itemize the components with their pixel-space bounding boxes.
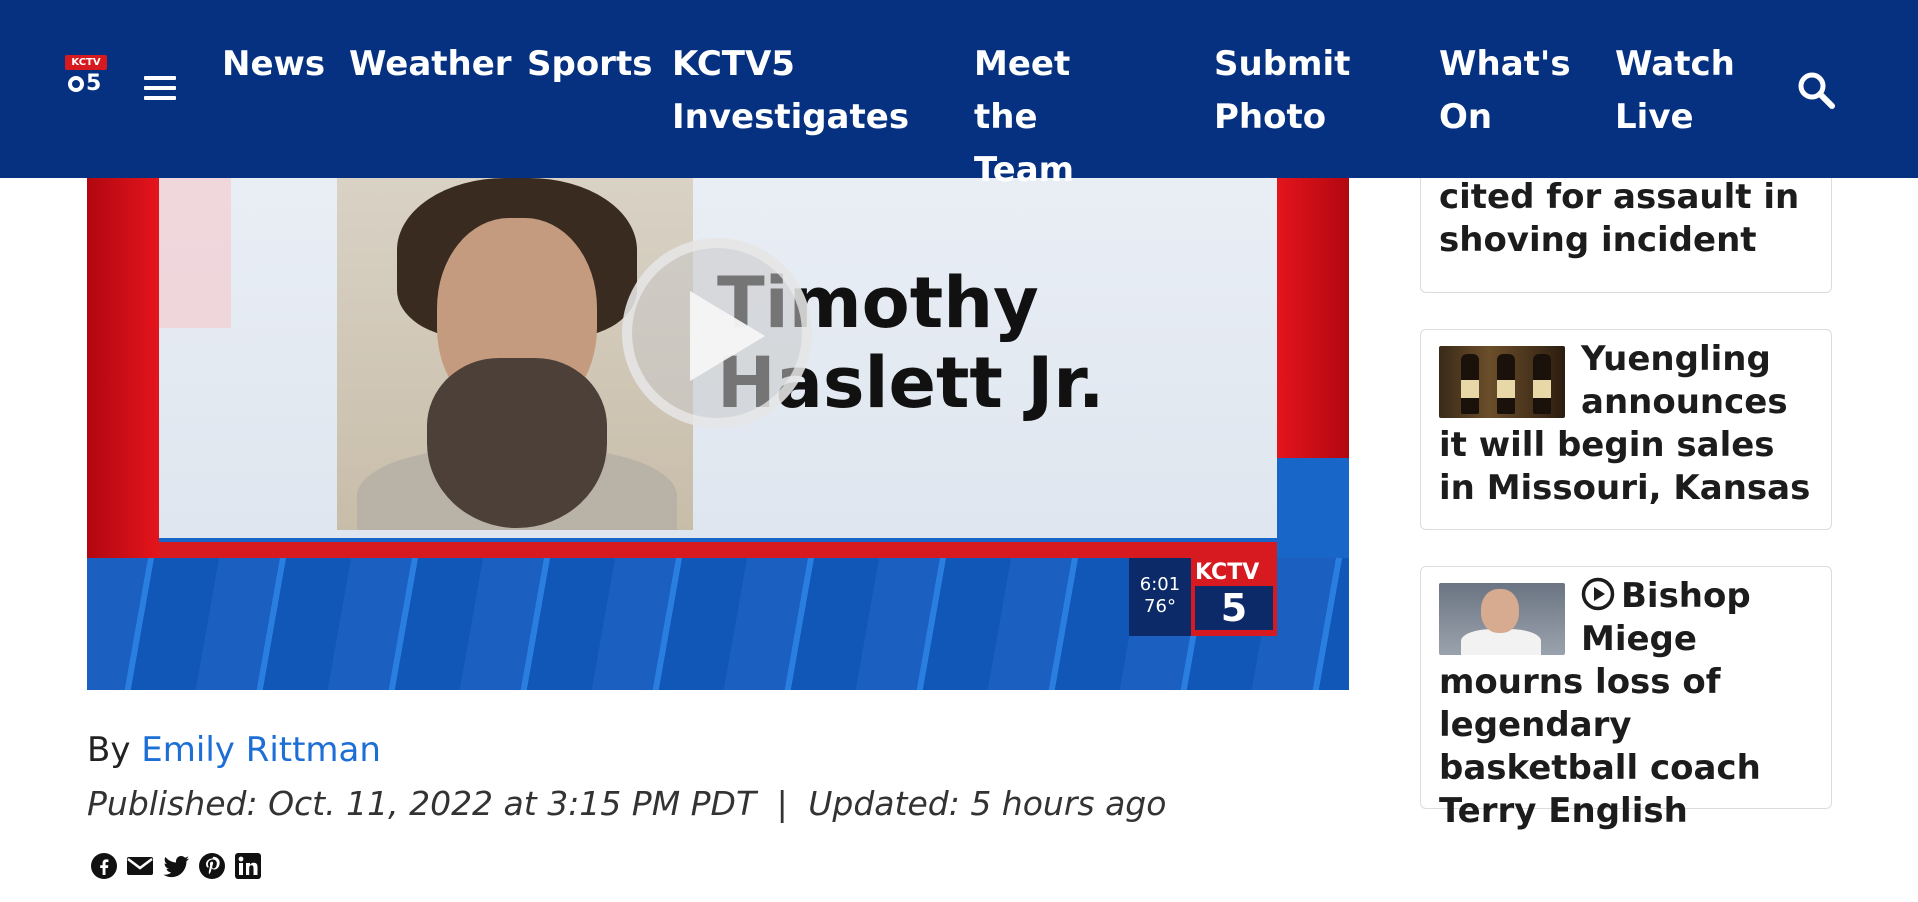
published-date: Published: Oct. 11, 2022 at 3:15 PM PDT (87, 784, 757, 823)
nav-whats-on[interactable]: What's On (1439, 38, 1571, 144)
logo-tag: KCTV (65, 55, 107, 70)
kctv5-logo[interactable]: KCTV 5 (65, 55, 107, 96)
byline-prefix: By (87, 730, 131, 770)
video-bg-right (1277, 178, 1349, 458)
video-play-icon (1581, 577, 1615, 611)
sidebar-card-thumbnail[interactable] (1439, 583, 1565, 655)
site-header: KCTV 5 News Weather Sports KCTV5 Investi… (0, 0, 1918, 190)
nav-watch-live[interactable]: Watch Live (1615, 38, 1745, 144)
search-icon[interactable] (1796, 70, 1836, 110)
bug-temp: 76° (1144, 596, 1176, 617)
updated-date: Updated: 5 hours ago (808, 784, 1167, 823)
play-button[interactable] (622, 238, 812, 428)
date-separator: | (776, 784, 788, 823)
email-icon[interactable] (126, 852, 154, 880)
station-bug: 6:01 76° KCTV 5 (1129, 558, 1277, 636)
publish-info: Published: Oct. 11, 2022 at 3:15 PM PDT … (87, 784, 1166, 823)
bug-time: 6:01 (1139, 574, 1181, 595)
pinterest-icon[interactable] (198, 852, 226, 880)
sidebar-card-2[interactable]: Yuengling announces it will begin sales … (1420, 329, 1832, 530)
linkedin-icon[interactable] (234, 852, 262, 880)
logo-five: 5 (86, 71, 102, 96)
bug-kctv: KCTV (1195, 560, 1260, 585)
nav-kctv5-investigates[interactable]: KCTV5 Investigates (672, 38, 909, 144)
nav-sports[interactable]: Sports (527, 38, 652, 91)
facebook-icon[interactable] (90, 852, 118, 880)
video-redbar (159, 542, 1277, 558)
video-stage-accent (159, 178, 231, 328)
logo-number: 5 (67, 72, 107, 96)
bug-five: 5 (1195, 586, 1273, 630)
nav-news[interactable]: News (222, 38, 325, 91)
twitter-icon[interactable] (162, 852, 190, 880)
nav-submit-photo[interactable]: Submit Photo (1214, 38, 1354, 144)
nav-weather[interactable]: Weather (349, 38, 512, 91)
hamburger-menu-icon[interactable] (144, 76, 176, 104)
video-player[interactable]: Timothy Haslett Jr. 6:01 76° KCTV 5 (87, 178, 1349, 690)
play-icon (690, 291, 765, 381)
sidebar-card-thumbnail[interactable] (1439, 346, 1565, 418)
cbs-eye-icon (68, 76, 84, 92)
byline: By Emily Rittman (87, 730, 381, 770)
bug-brand: KCTV 5 (1191, 558, 1277, 636)
author-link[interactable]: Emily Rittman (141, 730, 381, 770)
bug-time-temp: 6:01 76° (1129, 558, 1191, 636)
sidebar-card-3[interactable]: Bishop Miege mourns loss of legendary ba… (1420, 566, 1832, 831)
nav-meet-the-team[interactable]: Meet the Team (974, 38, 1144, 197)
